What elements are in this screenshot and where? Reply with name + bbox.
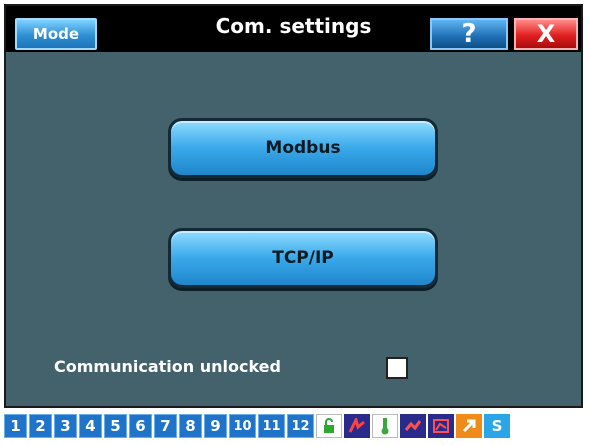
- page-9-button[interactable]: 9: [204, 414, 227, 438]
- chart-icon[interactable]: [428, 414, 454, 438]
- page-5-button[interactable]: 5: [104, 414, 127, 438]
- lock-icon[interactable]: [316, 414, 342, 438]
- modbus-button[interactable]: Modbus: [168, 118, 438, 178]
- tcpip-button[interactable]: TCP/IP: [168, 228, 438, 288]
- page-8-button[interactable]: 8: [179, 414, 202, 438]
- page-1-button[interactable]: 1: [4, 414, 27, 438]
- help-button[interactable]: ?: [430, 18, 508, 50]
- main-screen: Mode Com. settings ? X Modbus TCP/IP Com…: [4, 4, 583, 408]
- page-12-button[interactable]: 12: [287, 414, 314, 438]
- question-mark-icon: ?: [461, 19, 477, 49]
- thermometer-icon[interactable]: [372, 414, 398, 438]
- close-button[interactable]: X: [514, 18, 578, 50]
- header-bar: Mode Com. settings ? X: [6, 6, 581, 52]
- page-2-button[interactable]: 2: [29, 414, 52, 438]
- page-4-button[interactable]: 4: [79, 414, 102, 438]
- close-icon: X: [536, 20, 556, 48]
- alarm-icon[interactable]: [344, 414, 370, 438]
- communication-unlocked-checkbox[interactable]: [386, 357, 408, 379]
- bottom-taskbar: 1 2 3 4 5 6 7 8 9 10 11 12 S: [4, 411, 510, 441]
- link-icon[interactable]: [400, 414, 426, 438]
- page-6-button[interactable]: 6: [129, 414, 152, 438]
- s-icon[interactable]: S: [484, 414, 510, 438]
- communication-unlocked-label: Communication unlocked: [54, 357, 281, 376]
- page-3-button[interactable]: 3: [54, 414, 77, 438]
- page-11-button[interactable]: 11: [258, 414, 285, 438]
- arrow-icon[interactable]: [456, 414, 482, 438]
- page-10-button[interactable]: 10: [229, 414, 256, 438]
- page-7-button[interactable]: 7: [154, 414, 177, 438]
